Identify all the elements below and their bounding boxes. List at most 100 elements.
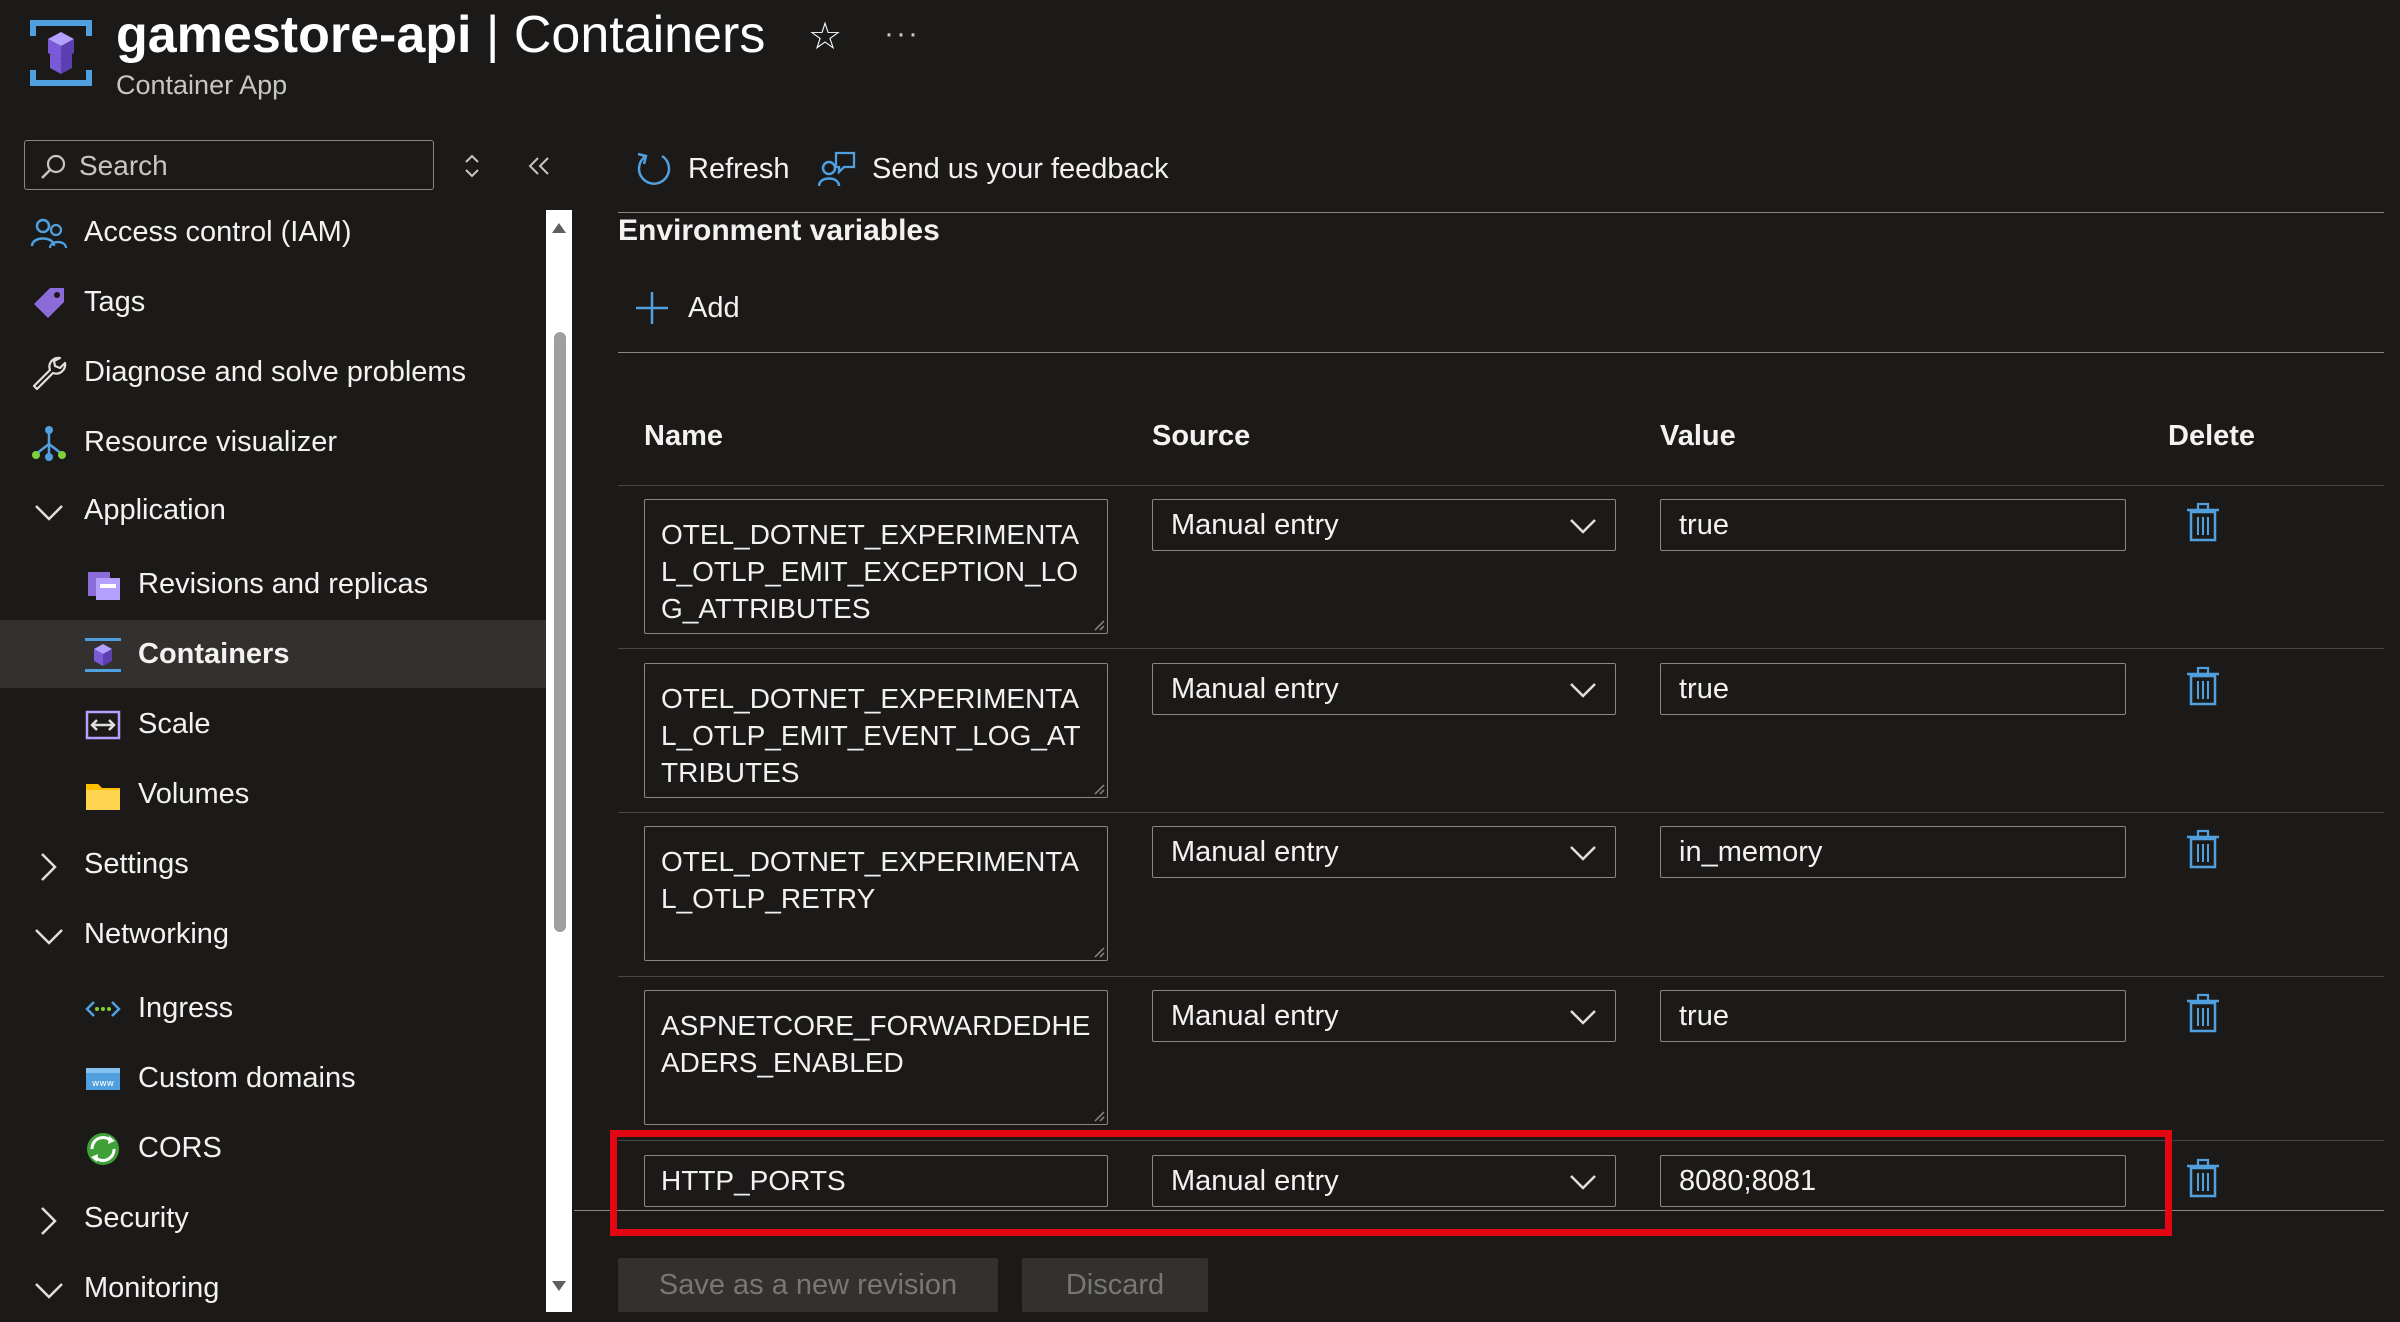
sidebar-item-label: Security — [84, 1201, 189, 1234]
env-name-input[interactable]: ASPNETCORE_FORWARDEDHEADERS_ENABLED — [644, 990, 1108, 1125]
feedback-button[interactable]: Send us your feedback — [818, 146, 1169, 192]
www-icon: www — [86, 1068, 120, 1090]
delete-icon[interactable] — [2186, 1158, 2220, 1198]
column-header-name: Name — [644, 420, 723, 452]
sidebar-item-label: Ingress — [138, 991, 234, 1024]
sidebar-item-label: Volumes — [138, 777, 250, 810]
sidebar-item-label: Settings — [84, 847, 189, 880]
delete-icon[interactable] — [2186, 829, 2220, 869]
chevron-right-icon — [41, 1207, 57, 1235]
source-value: Manual entry — [1171, 672, 1339, 705]
sidebar-item-ingress[interactable]: Ingress — [0, 974, 546, 1042]
people-icon — [30, 218, 68, 249]
revisions-icon — [88, 572, 120, 600]
source-select[interactable]: Manual entry — [1152, 990, 1616, 1042]
delete-icon[interactable] — [2186, 502, 2220, 542]
env-value-input[interactable]: true — [1660, 663, 2126, 715]
sort-updown-icon[interactable] — [460, 146, 484, 186]
section-divider — [618, 352, 2384, 353]
env-name-input[interactable]: OTEL_DOTNET_EXPERIMENTAL_OTLP_EMIT_EVENT… — [644, 663, 1108, 798]
sidebar-item-label: Access control (IAM) — [84, 215, 352, 248]
plus-icon — [636, 292, 668, 324]
sidebar-item-access-control[interactable]: Access control (IAM) — [0, 198, 546, 266]
chevron-down-icon — [35, 1283, 63, 1299]
chevron-down-icon — [35, 505, 63, 521]
feedback-icon — [818, 151, 856, 187]
svg-text:www: www — [92, 1079, 114, 1089]
row-divider — [618, 812, 2384, 813]
cors-icon — [87, 1133, 119, 1165]
env-value-input[interactable]: true — [1660, 990, 2126, 1042]
env-name-text: OTEL_DOTNET_EXPERIMENTAL_OTLP_EMIT_EVENT… — [661, 683, 1081, 788]
column-header-source: Source — [1152, 420, 1251, 452]
env-value-input[interactable]: in_memory — [1660, 826, 2126, 878]
column-header-value: Value — [1660, 420, 1736, 452]
folder-icon — [86, 784, 120, 810]
sidebar-group-application[interactable]: Application — [0, 476, 546, 544]
source-select[interactable]: Manual entry — [1152, 499, 1616, 551]
feedback-label: Send us your feedback — [872, 152, 1169, 185]
sidebar-group-settings[interactable]: Settings — [0, 830, 546, 898]
env-name-input[interactable]: OTEL_DOTNET_EXPERIMENTAL_OTLP_RETRY — [644, 826, 1108, 961]
sidebar-item-label: Custom domains — [138, 1061, 356, 1094]
refresh-button[interactable]: Refresh — [634, 146, 790, 192]
resize-grip-icon[interactable] — [1093, 783, 1105, 795]
resource-name: gamestore-api — [116, 6, 472, 64]
sidebar-item-volumes[interactable]: Volumes — [0, 760, 546, 828]
sidebar-group-networking[interactable]: Networking — [0, 900, 546, 968]
star-icon[interactable]: ☆ — [808, 14, 842, 60]
discard-button[interactable]: Discard — [1022, 1258, 1208, 1312]
sidebar-item-label: Containers — [138, 637, 290, 670]
search-input[interactable] — [77, 145, 421, 187]
row-divider — [618, 485, 2384, 486]
scroll-up-icon[interactable] — [551, 222, 567, 234]
refresh-icon — [637, 152, 671, 185]
env-name-input[interactable]: OTEL_DOTNET_EXPERIMENTAL_OTLP_EMIT_EXCEP… — [644, 499, 1108, 634]
source-value: Manual entry — [1171, 508, 1339, 541]
ellipsis-icon[interactable]: ··· — [884, 14, 920, 54]
save-revision-button[interactable]: Save as a new revision — [618, 1258, 998, 1312]
chevron-down-icon — [35, 929, 63, 945]
delete-icon[interactable] — [2186, 666, 2220, 706]
sidebar-group-security[interactable]: Security — [0, 1184, 546, 1252]
sidebar-item-tags[interactable]: Tags — [0, 268, 546, 336]
env-value-input[interactable]: true — [1660, 499, 2126, 551]
scale-icon — [85, 710, 121, 740]
page-name: Containers — [513, 6, 766, 64]
sidebar-item-revisions[interactable]: Revisions and replicas — [0, 550, 546, 618]
sidebar-item-custom-domains[interactable]: www Custom domains — [0, 1044, 546, 1112]
resource-type: Container App — [116, 70, 288, 100]
row-divider — [618, 976, 2384, 977]
source-select[interactable]: Manual entry — [1152, 663, 1616, 715]
env-name-text: OTEL_DOTNET_EXPERIMENTAL_OTLP_RETRY — [661, 846, 1080, 914]
resize-grip-icon[interactable] — [1093, 1110, 1105, 1122]
search-box[interactable] — [24, 140, 434, 190]
add-button[interactable]: Add — [634, 290, 740, 326]
source-value: Manual entry — [1171, 999, 1339, 1032]
sidebar-item-label: Resource visualizer — [84, 425, 338, 458]
refresh-label: Refresh — [688, 152, 790, 185]
sidebar-item-label: Networking — [84, 917, 230, 950]
sidebar-item-containers[interactable]: Containers — [0, 620, 546, 688]
sidebar-scroll-thumb[interactable] — [554, 332, 566, 932]
delete-icon[interactable] — [2186, 993, 2220, 1033]
ingress-icon — [85, 1001, 121, 1017]
resize-grip-icon[interactable] — [1093, 946, 1105, 958]
sidebar-item-scale[interactable]: Scale — [0, 690, 546, 758]
source-select[interactable]: Manual entry — [1152, 826, 1616, 878]
page-title: gamestore-api | Containers — [116, 2, 765, 68]
chevron-down-icon — [1570, 1010, 1596, 1025]
scroll-down-icon[interactable] — [551, 1280, 567, 1292]
sidebar-item-label: Tags — [84, 285, 146, 318]
collapse-sidebar-icon[interactable] — [524, 146, 554, 186]
sidebar-item-diagnose[interactable]: Diagnose and solve problems — [0, 338, 546, 406]
search-icon — [41, 154, 66, 179]
sidebar-item-resource-visualizer[interactable]: Resource visualizer — [0, 408, 546, 476]
env-name-text: ASPNETCORE_FORWARDEDHEADERS_ENABLED — [661, 1010, 1091, 1078]
row-divider — [618, 648, 2384, 649]
chevron-down-icon — [1570, 846, 1596, 861]
resize-grip-icon[interactable] — [1093, 619, 1105, 631]
sidebar-item-label: Scale — [138, 707, 211, 740]
sidebar-item-cors[interactable]: CORS — [0, 1114, 546, 1182]
chevron-down-icon — [1570, 683, 1596, 698]
